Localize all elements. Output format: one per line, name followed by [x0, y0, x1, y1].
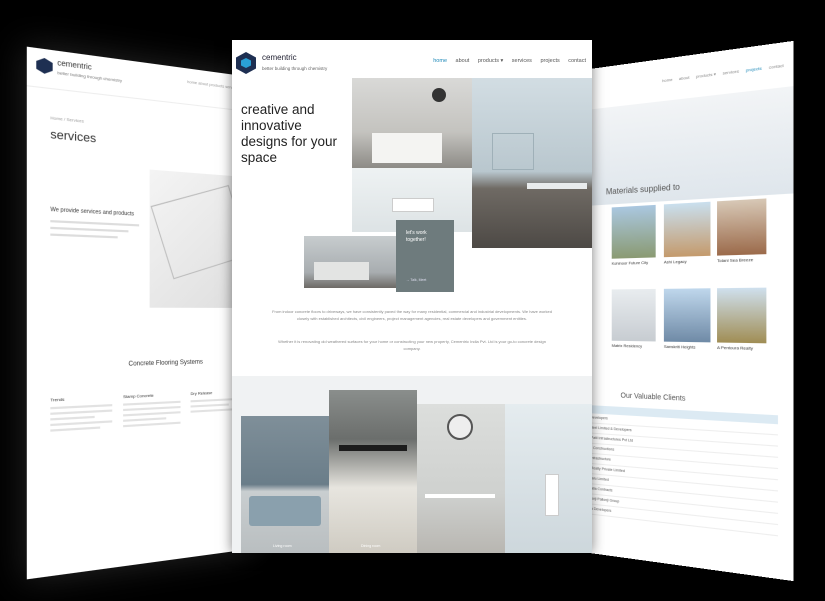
- project-image[interactable]: [717, 198, 767, 256]
- interior-gallery: Living room Dining room: [232, 376, 592, 553]
- column-heading: Trends: [50, 396, 65, 403]
- breadcrumb: Home / Services: [50, 114, 84, 124]
- left-tagline: better building through chemistry: [57, 69, 123, 84]
- project-image[interactable]: [611, 204, 656, 259]
- projects-page-mockup: home about products ▾ services projects …: [568, 40, 794, 582]
- clients-table: Name NCC Developers Tata Steel Limited &…: [579, 404, 778, 537]
- project-name: Kohinoor Future City: [611, 259, 649, 266]
- section-heading: Concrete Flooring Systems: [128, 359, 203, 368]
- gallery-study-room[interactable]: [417, 404, 505, 553]
- cementric-logo-icon: [36, 57, 52, 75]
- project-image[interactable]: [611, 288, 656, 342]
- nav-about[interactable]: about: [679, 75, 690, 82]
- cementric-logo-icon[interactable]: [236, 52, 256, 74]
- nav-home[interactable]: home: [433, 58, 447, 64]
- text-line: [50, 220, 140, 227]
- site-tagline: better building through chemistry: [262, 66, 328, 71]
- nav-services[interactable]: services: [723, 68, 739, 76]
- intro-paragraph-2: Whether it is renovating old weathered s…: [278, 339, 546, 351]
- column-heading: Stamp Concrete: [123, 392, 154, 400]
- living-photo: [472, 78, 592, 248]
- bedroom-small-photo: [304, 236, 396, 288]
- gallery-caption: Living room: [273, 544, 292, 548]
- project-name: Tolani Sea Breeze: [717, 256, 754, 264]
- gallery-bath-room[interactable]: [505, 404, 592, 553]
- project-name: Ashi Legacy: [663, 258, 687, 265]
- site-brand[interactable]: cementric: [262, 53, 297, 62]
- project-name: Matrix Residency: [611, 342, 643, 349]
- nav-projects[interactable]: projects: [540, 58, 559, 64]
- text-line: [50, 233, 118, 239]
- bedroom-photo: [352, 78, 472, 168]
- service-column: Trends: [50, 394, 113, 435]
- site-header: cementric better building through chemis…: [232, 40, 592, 80]
- project-name: A Pentoura Realty: [717, 344, 753, 351]
- nav-products[interactable]: products ▾: [478, 58, 503, 64]
- projects-hero: [568, 86, 794, 207]
- nav-projects[interactable]: projects: [746, 65, 762, 73]
- page-title: services: [50, 128, 97, 146]
- nav-services[interactable]: services: [512, 58, 532, 64]
- gallery-dining-room[interactable]: Dining room: [329, 390, 417, 553]
- left-header: cementric better building through chemis…: [26, 46, 258, 113]
- nav-products[interactable]: products ▾: [696, 71, 716, 79]
- cta-title: let's work together!: [406, 230, 427, 243]
- gallery-living-room[interactable]: Living room: [241, 416, 329, 553]
- service-column: Stamp Concrete: [123, 391, 181, 430]
- intro-paragraph: From indoor concrete floors to driveways…: [272, 309, 552, 321]
- main-nav: home about products ▾ services projects …: [426, 58, 586, 64]
- hero-headline: creative and innovative designs for your…: [241, 102, 338, 165]
- gallery-caption: Dining room: [361, 544, 381, 548]
- text-line: [50, 226, 129, 233]
- home-page-mockup: cementric better building through chemis…: [232, 40, 592, 553]
- project-name: Sanskriti Heights: [663, 343, 696, 350]
- nav-home[interactable]: home: [662, 77, 672, 84]
- right-nav[interactable]: home about products ▾ services projects …: [657, 62, 784, 83]
- project-image[interactable]: [663, 201, 711, 258]
- project-image[interactable]: [663, 288, 711, 343]
- nav-contact[interactable]: contact: [769, 62, 784, 69]
- nav-contact[interactable]: contact: [568, 58, 586, 64]
- nav-about[interactable]: about: [456, 58, 470, 64]
- cta-link[interactable]: → Talk, Meet: [406, 278, 426, 282]
- services-page-mockup: cementric better building through chemis…: [26, 46, 258, 580]
- services-subtitle: We provide services and products: [50, 206, 135, 218]
- lets-work-together-card[interactable]: let's work together! → Talk, Meet: [396, 220, 454, 292]
- project-image[interactable]: [717, 287, 767, 344]
- clients-title: Our Valuable Clients: [620, 392, 686, 403]
